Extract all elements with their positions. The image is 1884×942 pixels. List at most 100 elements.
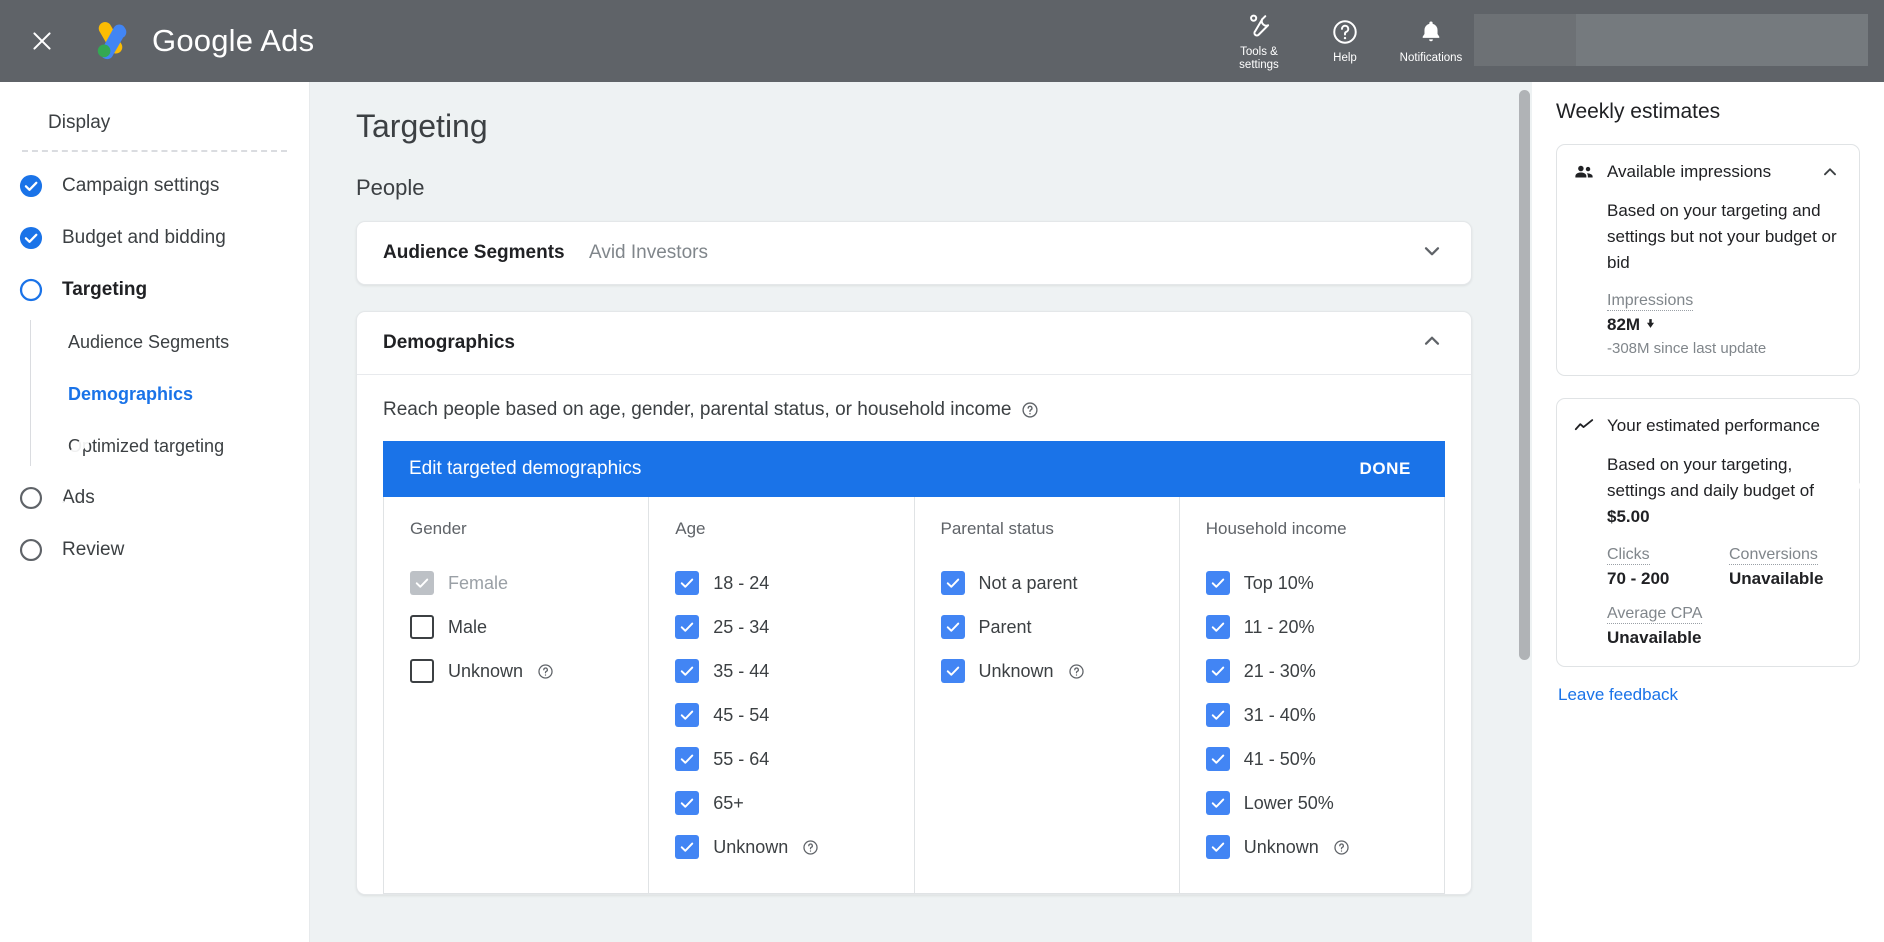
average-cpa-label[interactable]: Average CPA: [1607, 605, 1702, 624]
estimated-performance-budget: $5.00: [1607, 507, 1650, 526]
checkbox-label: 18 - 24: [713, 573, 769, 594]
main-scrollbar-thumb[interactable]: [1519, 90, 1530, 660]
sidebar-subitem-audience-segments[interactable]: Audience Segments: [68, 316, 309, 368]
checkbox-row-male[interactable]: Male: [410, 605, 648, 649]
checkbox-row-income-top-10[interactable]: Top 10%: [1206, 561, 1444, 605]
sidebar-item-targeting[interactable]: Targeting: [0, 264, 309, 316]
close-button[interactable]: [20, 19, 64, 63]
checkbox-row-gender-unknown[interactable]: Unknown: [410, 649, 648, 693]
sidebar-item-ads[interactable]: Ads: [0, 472, 309, 524]
leave-feedback-link[interactable]: Leave feedback: [1558, 685, 1678, 705]
checkbox-label: Not a parent: [979, 573, 1078, 594]
available-impressions-card: Available impressions Based on your targ…: [1556, 144, 1860, 376]
checkbox-row-income-11-20[interactable]: 11 - 20%: [1206, 605, 1444, 649]
bell-icon: [1417, 17, 1445, 47]
help-circle-icon[interactable]: [1021, 401, 1039, 419]
help-label: Help: [1333, 52, 1357, 65]
app-body: Display Campaign settings Budget and bid…: [0, 82, 1884, 942]
help-circle-icon[interactable]: [1068, 663, 1085, 680]
account-placeholder[interactable]: [1474, 14, 1868, 66]
checkbox-checked-icon: [1206, 571, 1230, 595]
checkbox-row-income-21-30[interactable]: 21 - 30%: [1206, 649, 1444, 693]
help-circle-icon[interactable]: [1333, 839, 1350, 856]
impressions-metric-value-row: 82M: [1607, 315, 1841, 335]
demographics-column-gender: Gender Female Male: [384, 497, 648, 893]
column-title: Parental status: [941, 519, 1179, 539]
sidebar-item-budget-and-bidding[interactable]: Budget and bidding: [0, 212, 309, 264]
tools-and-settings-label: Tools & settings: [1239, 46, 1279, 72]
demographics-header[interactable]: Demographics: [357, 312, 1471, 374]
audience-segments-header[interactable]: Audience Segments Avid Investors: [357, 222, 1471, 284]
checkbox-row-age-65-plus[interactable]: 65+: [675, 781, 913, 825]
checkbox-checked-icon: [1206, 615, 1230, 639]
demographics-title: Demographics: [383, 332, 589, 354]
checkbox-row-age-25-34[interactable]: 25 - 34: [675, 605, 913, 649]
tools-and-settings-button[interactable]: Tools & settings: [1216, 0, 1302, 82]
checkbox-row-parent[interactable]: Parent: [941, 605, 1179, 649]
checkbox-row-not-a-parent[interactable]: Not a parent: [941, 561, 1179, 605]
checkbox-label: 25 - 34: [713, 617, 769, 638]
checkbox-label: 45 - 54: [713, 705, 769, 726]
checkbox-row-income-31-40[interactable]: 31 - 40%: [1206, 693, 1444, 737]
checkbox-checked-icon: [675, 703, 699, 727]
checkbox-row-income-41-50[interactable]: 41 - 50%: [1206, 737, 1444, 781]
brand-title: Google Ads: [152, 23, 314, 59]
estimated-performance-header: Your estimated performance: [1573, 415, 1841, 442]
sidebar-campaign-type: Display: [0, 100, 309, 150]
checkbox-label: Unknown: [979, 661, 1054, 682]
main-content: Targeting People Audience Segments Avid …: [310, 82, 1532, 942]
brand[interactable]: Google Ads: [90, 18, 314, 64]
impressions-metric: Impressions 82M -308M since last update: [1607, 292, 1841, 357]
checkbox-row-income-unknown[interactable]: Unknown: [1206, 825, 1444, 869]
notifications-button[interactable]: Notifications: [1388, 0, 1474, 82]
checkbox-row-age-18-24[interactable]: 18 - 24: [675, 561, 913, 605]
help-circle-icon: [1331, 17, 1359, 47]
conversions-metric-label[interactable]: Conversions: [1729, 546, 1818, 565]
available-impressions-description: Based on your targeting and settings but…: [1607, 198, 1841, 276]
sidebar-item-campaign-settings[interactable]: Campaign settings: [0, 160, 309, 212]
checkbox-row-age-55-64[interactable]: 55 - 64: [675, 737, 913, 781]
weekly-estimates-panel: Weekly estimates Available impressions B…: [1532, 82, 1884, 942]
help-button[interactable]: Help: [1302, 0, 1388, 82]
checkbox-row-income-lower-50[interactable]: Lower 50%: [1206, 781, 1444, 825]
trend-line-icon: [1573, 415, 1595, 442]
chevron-down-icon[interactable]: [1419, 238, 1445, 269]
checkbox-label: Top 10%: [1244, 573, 1314, 594]
help-circle-icon[interactable]: [802, 839, 819, 856]
sidebar-subitem-label: Audience Segments: [68, 332, 229, 353]
checkbox-checked-icon: [941, 571, 965, 595]
main-content-inner: Targeting People Audience Segments Avid …: [310, 82, 1532, 895]
audience-segments-value: Avid Investors: [589, 242, 708, 264]
available-impressions-header[interactable]: Available impressions: [1573, 161, 1841, 188]
people-group-icon: [1573, 161, 1595, 188]
checkbox-checked-icon: [941, 659, 965, 683]
checkbox-row-age-unknown[interactable]: Unknown: [675, 825, 913, 869]
checkbox-checked-icon: [1206, 835, 1230, 859]
sidebar: Display Campaign settings Budget and bid…: [0, 82, 310, 942]
impressions-metric-label[interactable]: Impressions: [1607, 292, 1693, 311]
checkbox-label: 11 - 20%: [1244, 617, 1315, 638]
checkbox-row-parental-unknown[interactable]: Unknown: [941, 649, 1179, 693]
checkbox-row-age-45-54[interactable]: 45 - 54: [675, 693, 913, 737]
sidebar-subitem-demographics[interactable]: Demographics: [68, 368, 309, 420]
help-circle-icon[interactable]: [537, 663, 554, 680]
clicks-metric-label[interactable]: Clicks: [1607, 546, 1650, 565]
checkbox-unchecked-icon: [410, 615, 434, 639]
checkbox-row-age-35-44[interactable]: 35 - 44: [675, 649, 913, 693]
main-scrollbar-track[interactable]: [1518, 82, 1532, 942]
impressions-metric-delta: -308M since last update: [1607, 340, 1841, 357]
sidebar-subitem-optimized-targeting[interactable]: Optimized targeting: [68, 420, 309, 472]
checkbox-label: 35 - 44: [713, 661, 769, 682]
weekly-estimates-title: Weekly estimates: [1556, 100, 1860, 124]
checkbox-label: 55 - 64: [713, 749, 769, 770]
chevron-up-icon[interactable]: [1819, 161, 1841, 188]
checkbox-row-female[interactable]: Female: [410, 561, 648, 605]
down-arrow-icon: [1644, 315, 1657, 335]
checkbox-label: Lower 50%: [1244, 793, 1334, 814]
done-button[interactable]: DONE: [1347, 451, 1423, 487]
checkbox-checked-icon: [1206, 703, 1230, 727]
checkbox-label: Female: [448, 573, 508, 594]
sidebar-item-review[interactable]: Review: [0, 524, 309, 576]
chevron-up-icon[interactable]: [1419, 328, 1445, 359]
checkbox-label: 31 - 40%: [1244, 705, 1316, 726]
